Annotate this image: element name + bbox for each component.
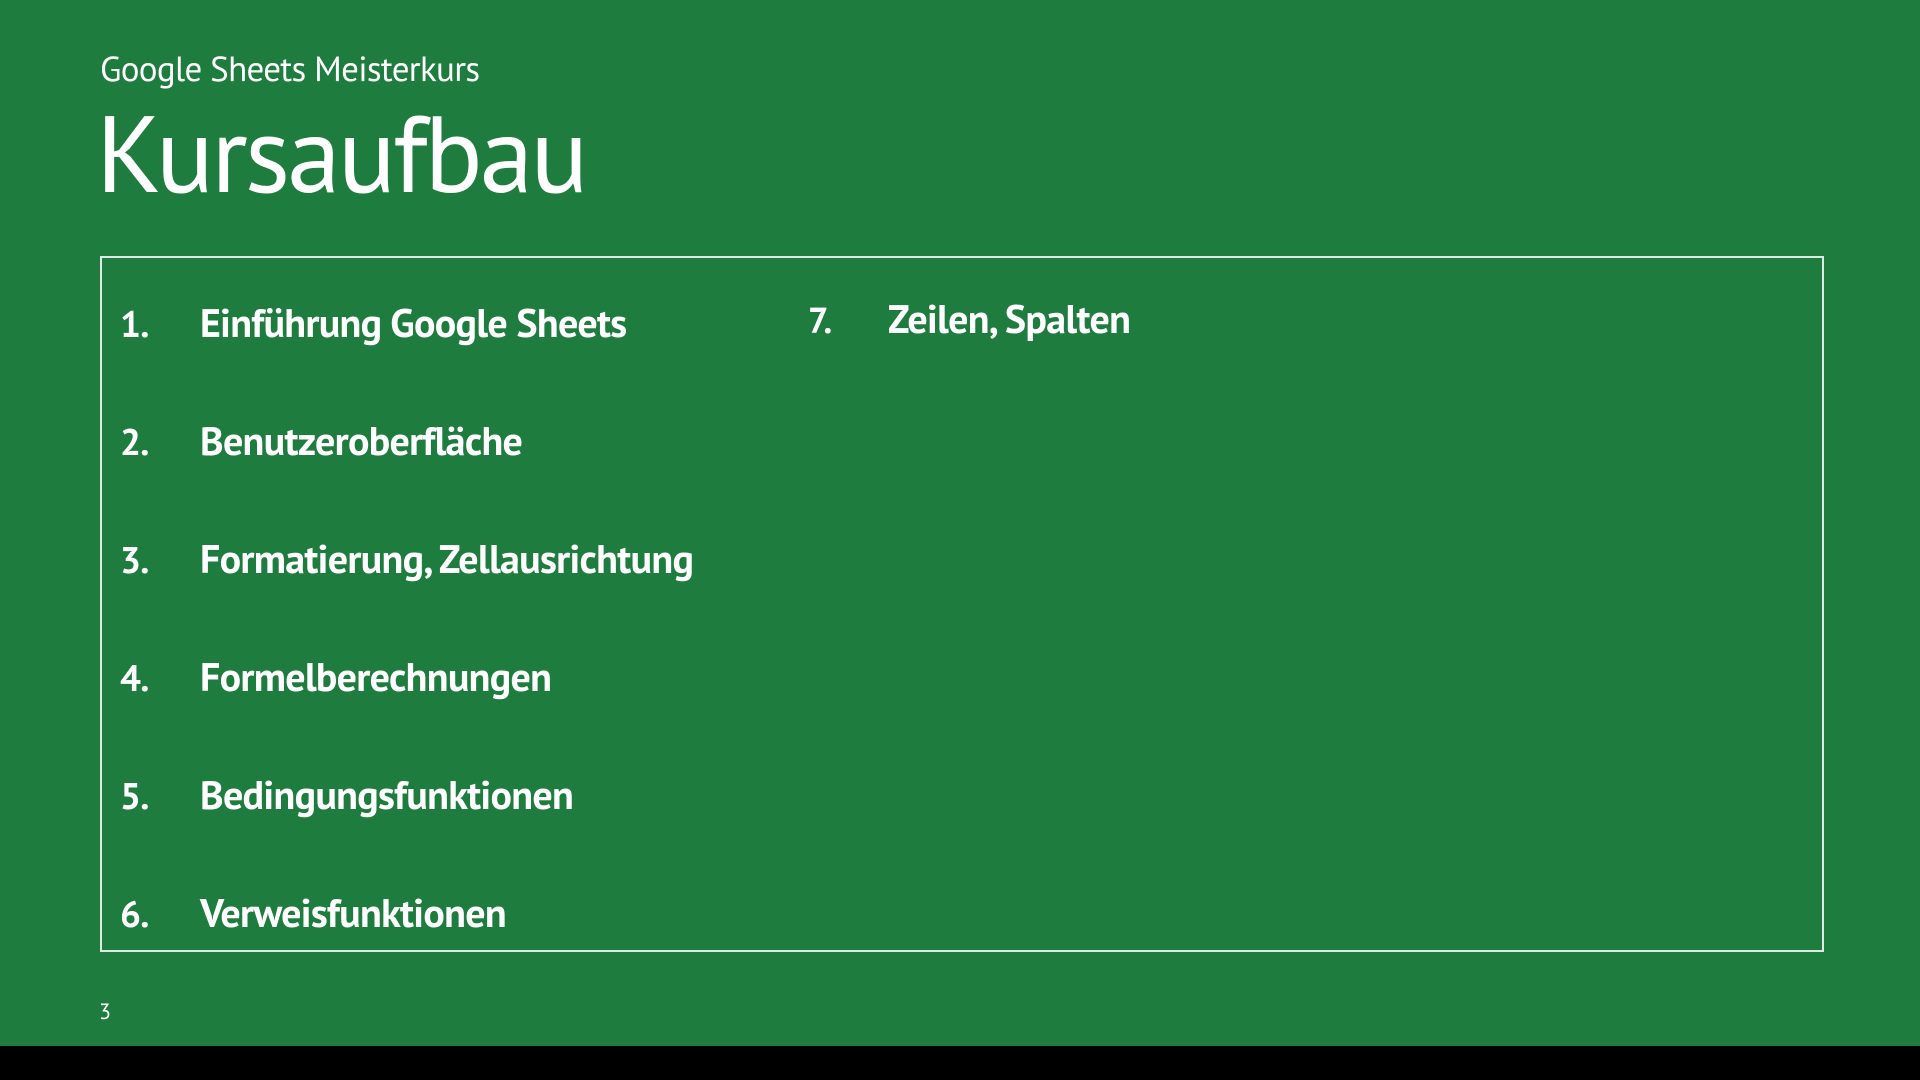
- item-number: 3.: [120, 536, 200, 584]
- outline-item-1: 1. Einführung Google Sheets: [120, 297, 626, 349]
- item-number: 4.: [120, 654, 200, 702]
- item-number: 1.: [120, 300, 200, 348]
- page-number: 3: [99, 998, 111, 1026]
- slide: Google Sheets Meisterkurs Kursaufbau 1. …: [0, 0, 1920, 1046]
- outline-item-4: 4. Formelberechnungen: [120, 651, 551, 703]
- item-number: 5.: [120, 772, 200, 820]
- outline-item-7: 7. Zeilen, Spalten: [808, 293, 1130, 345]
- outline-item-6: 6. Verweisfunktionen: [120, 887, 506, 939]
- bottom-bar: [0, 1046, 1920, 1080]
- item-label: Zeilen, Spalten: [888, 293, 1130, 345]
- outline-item-3: 3. Formatierung, Zellausrichtung: [120, 533, 693, 585]
- item-number: 6.: [120, 890, 200, 938]
- item-label: Bedingungsfunktionen: [200, 769, 573, 821]
- item-label: Einführung Google Sheets: [200, 297, 626, 349]
- item-label: Verweisfunktionen: [200, 887, 506, 939]
- slide-title: Kursaufbau: [96, 82, 586, 222]
- outline-item-5: 5. Bedingungsfunktionen: [120, 769, 573, 821]
- item-label: Formatierung, Zellausrichtung: [200, 533, 693, 585]
- item-number: 7.: [808, 296, 888, 343]
- content-frame: [100, 256, 1824, 952]
- item-label: Benutzeroberfläche: [200, 415, 522, 467]
- outline-item-2: 2. Benutzeroberfläche: [120, 415, 522, 467]
- item-number: 2.: [120, 418, 200, 466]
- item-label: Formelberechnungen: [200, 651, 551, 703]
